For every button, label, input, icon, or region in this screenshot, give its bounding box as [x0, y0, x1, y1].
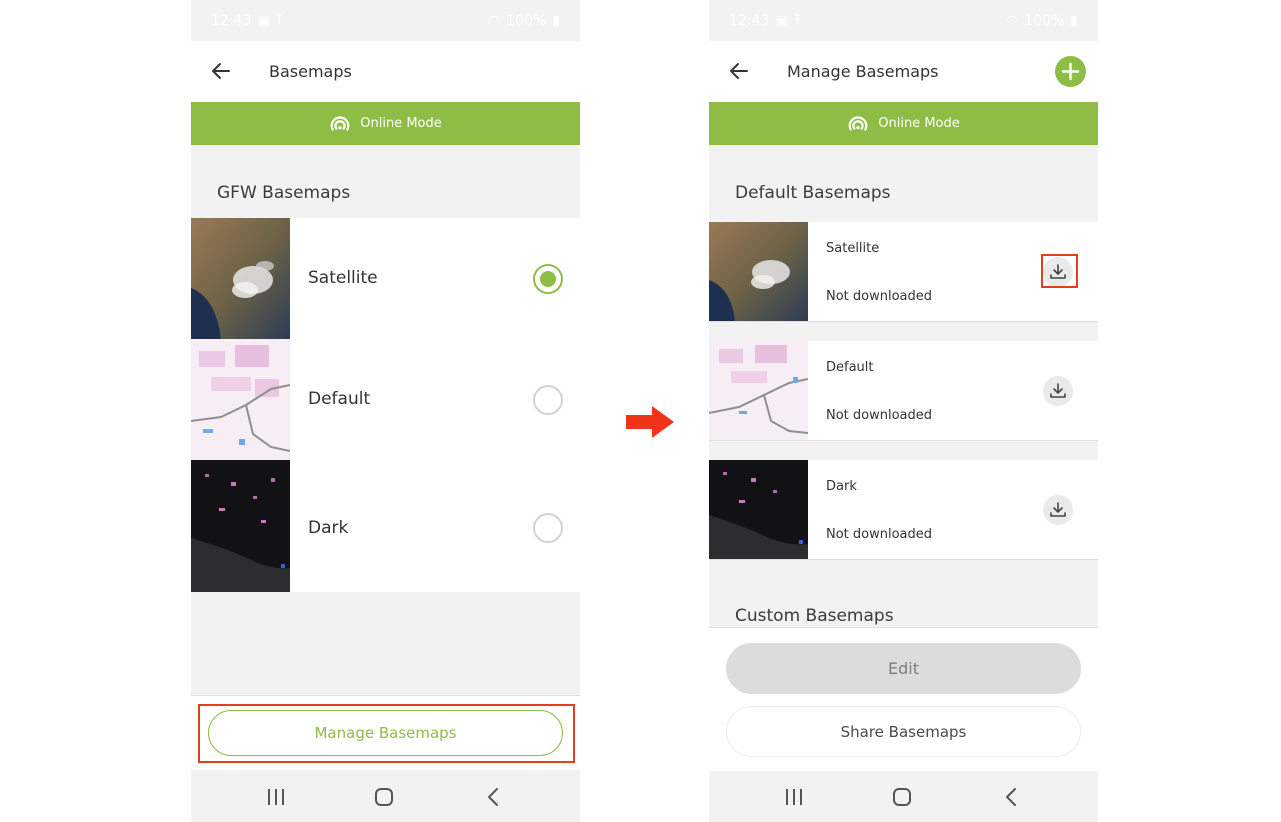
image-icon: ▣ — [775, 12, 789, 29]
online-mode-banner: Online Mode — [191, 102, 580, 145]
default-map-thumbnail — [709, 341, 808, 440]
download-icon — [1050, 383, 1066, 398]
radio-default[interactable] — [533, 385, 563, 415]
basemap-label: Satellite — [308, 268, 378, 288]
page-title: Basemaps — [269, 62, 352, 81]
radio-dark[interactable] — [533, 513, 563, 543]
section-title-default-basemaps: Default Basemaps — [735, 183, 891, 203]
download-button-default[interactable] — [1043, 376, 1073, 406]
upload-icon: ⭱ — [276, 11, 282, 28]
battery-icon: ▮ — [1070, 12, 1078, 29]
satellite-thumbnail — [191, 218, 290, 339]
section-title-custom-basemaps: Custom Basemaps — [735, 606, 894, 626]
battery-level: 100% — [506, 12, 547, 29]
recents-icon[interactable] — [781, 784, 807, 810]
highlight-box — [1041, 254, 1078, 288]
plus-circle-icon[interactable] — [1055, 56, 1086, 87]
app-bar: Manage Basemaps — [709, 41, 1098, 102]
system-nav-bar — [709, 771, 1098, 822]
home-icon[interactable] — [371, 784, 397, 810]
recents-icon[interactable] — [263, 784, 289, 810]
download-button-dark[interactable] — [1043, 495, 1073, 525]
signal-broadcast-icon — [848, 115, 868, 131]
dark-map-thumbnail — [191, 460, 290, 592]
wifi-icon: ◠ — [488, 12, 501, 29]
radio-satellite[interactable] — [533, 264, 563, 294]
page-title: Manage Basemaps — [787, 62, 939, 81]
download-status: Not downloaded — [826, 527, 933, 542]
online-mode-label: Online Mode — [360, 116, 442, 131]
download-icon — [1050, 502, 1066, 517]
online-mode-label: Online Mode — [878, 116, 960, 131]
basemap-label: Dark — [308, 518, 349, 538]
manage-basemaps-screen: 12:43 ▣ ⭱ ◠ 100% ▮ Manage Basemaps Onlin… — [709, 0, 1098, 822]
signal-broadcast-icon — [330, 115, 350, 131]
status-time: 12:43 — [211, 12, 252, 29]
chevron-left-icon[interactable] — [999, 784, 1025, 810]
status-bar: 12:43 ▣ ⭱ ◠ 100% ▮ — [191, 0, 580, 41]
basemap-name: Default — [826, 360, 874, 375]
download-status: Not downloaded — [826, 408, 933, 423]
image-icon: ▣ — [257, 12, 271, 29]
wifi-icon: ◠ — [1006, 12, 1019, 29]
edit-button[interactable]: Edit — [726, 643, 1081, 694]
highlight-box — [198, 704, 575, 763]
status-time: 12:43 — [729, 12, 770, 29]
basemap-name: Satellite — [826, 241, 880, 256]
right-arrow-icon — [626, 406, 674, 438]
app-bar: Basemaps — [191, 41, 580, 102]
basemap-option-default[interactable]: Default — [191, 339, 580, 460]
upload-icon: ⭱ — [794, 11, 800, 28]
status-bar: 12:43 ▣ ⭱ ◠ 100% ▮ — [709, 0, 1098, 41]
basemap-name: Dark — [826, 479, 857, 494]
share-basemaps-button[interactable]: Share Basemaps — [726, 706, 1081, 757]
system-nav-bar — [191, 771, 580, 822]
dark-map-thumbnail — [709, 460, 808, 559]
basemap-label: Default — [308, 389, 371, 409]
satellite-thumbnail — [709, 222, 808, 321]
back-arrow-icon[interactable] — [727, 59, 751, 83]
battery-icon: ▮ — [552, 12, 560, 29]
basemap-option-satellite[interactable]: Satellite — [191, 218, 580, 339]
basemaps-screen: 12:43 ▣ ⭱ ◠ 100% ▮ Basemaps Online Mode … — [191, 0, 580, 822]
home-icon[interactable] — [889, 784, 915, 810]
basemap-option-dark[interactable]: Dark — [191, 460, 580, 592]
back-arrow-icon[interactable] — [209, 59, 233, 83]
chevron-left-icon[interactable] — [481, 784, 507, 810]
download-status: Not downloaded — [826, 289, 933, 304]
basemap-row-satellite: Satellite Not downloaded — [709, 222, 1098, 322]
basemap-row-default: Default Not downloaded — [709, 341, 1098, 441]
basemap-row-dark: Dark Not downloaded — [709, 460, 1098, 560]
online-mode-banner: Online Mode — [709, 102, 1098, 145]
default-map-thumbnail — [191, 339, 290, 460]
battery-level: 100% — [1024, 12, 1065, 29]
section-title-gfw-basemaps: GFW Basemaps — [217, 183, 351, 203]
